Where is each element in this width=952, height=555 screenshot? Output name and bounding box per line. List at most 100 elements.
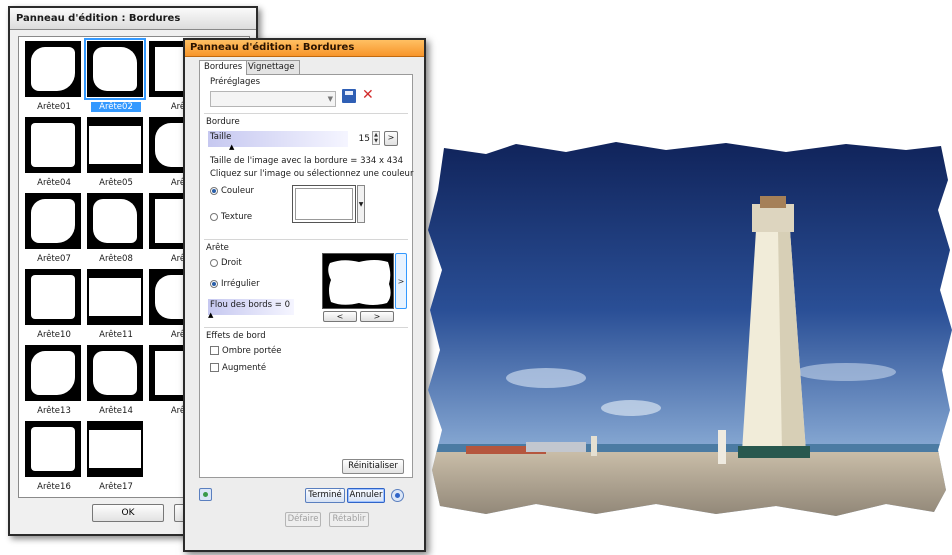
edge-thumbnail-label: Arête02 (91, 102, 141, 112)
edge-thumbnail[interactable]: Arête01 (23, 39, 85, 117)
divider (204, 327, 408, 328)
edge-thumbnail-inner (93, 47, 137, 91)
edge-thumbnail-inner (31, 123, 75, 167)
ok-button[interactable]: OK (92, 504, 164, 522)
edge-thumbnail[interactable]: Arête16 (23, 419, 85, 497)
edge-thumbnail-image (25, 421, 81, 477)
blur-slider[interactable]: Flou des bords = 0 ▲ (208, 299, 294, 319)
edge-thumbnail-image (87, 193, 143, 249)
enhance-label: Augmenté (222, 363, 267, 373)
edge-thumbnail-image (87, 421, 143, 477)
bordered-photo-preview (426, 140, 952, 518)
edge-thumbnail-image (87, 345, 143, 401)
edge-prev-button[interactable]: < (323, 311, 357, 322)
edge-thumbnail-inner (31, 275, 75, 319)
color-radio[interactable] (210, 187, 218, 195)
view-dot (203, 492, 208, 497)
edge-thumbnail-inner (93, 199, 137, 243)
drop-shadow-checkbox[interactable] (210, 346, 219, 355)
edge-thumbnail-label: Arête13 (37, 406, 71, 416)
image-size-text: Taille de l'image avec la bordure = 334 … (210, 156, 403, 166)
straight-option-label: Droit (221, 258, 242, 268)
spinner-icon[interactable]: ▲ ▼ (372, 131, 380, 145)
edge-thumbnail-inner (89, 278, 141, 316)
blur-label: Flou des bords = 0 (210, 300, 290, 310)
irregular-option-label: Irrégulier (221, 279, 260, 289)
edge-preview-thumbnail[interactable] (322, 253, 394, 309)
lighthouse-photo (428, 142, 952, 516)
edge-thumbnail-label: Arête14 (99, 406, 133, 416)
edge-thumbnail-label: Arête01 (37, 102, 71, 112)
edge-thumbnail[interactable]: Arête10 (23, 267, 85, 345)
edge-thumbnail[interactable]: Arête14 (85, 343, 147, 421)
edge-section-label: Arête (206, 243, 229, 253)
edge-thumbnail[interactable]: Arête13 (23, 343, 85, 421)
edge-thumbnail-inner (89, 430, 141, 468)
bordures-tab-content: Préréglages ▼ ✕ Bordure Taille ▲ 15 ▲ ▼ >… (199, 74, 413, 478)
edge-thumbnail-label: Arête05 (99, 178, 133, 188)
done-button[interactable]: Terminé (305, 488, 345, 503)
cancel-button[interactable]: Annuler (347, 488, 385, 503)
size-label: Taille (210, 132, 232, 142)
divider (204, 239, 408, 240)
redo-button[interactable]: Rétablir (329, 512, 369, 527)
color-dropdown-icon[interactable]: ▼ (357, 185, 365, 223)
edge-thumbnail-label: Arête10 (37, 330, 71, 340)
edge-thumbnail[interactable]: Arête05 (85, 115, 147, 193)
view-toggle-icon[interactable] (199, 488, 212, 501)
edge-thumbnail-label: Arête04 (37, 178, 71, 188)
edge-thumbnail-inner (31, 199, 75, 243)
texture-radio[interactable] (210, 213, 218, 221)
irregular-radio[interactable] (210, 280, 218, 288)
effects-section-label: Effets de bord (206, 331, 266, 341)
edge-next-button[interactable]: > (395, 253, 407, 309)
reset-button[interactable]: Réinitialiser (342, 459, 404, 474)
edge-thumbnail-image (87, 117, 143, 173)
size-value: 15 (358, 134, 370, 144)
tab-vignettage[interactable]: Vignettage (243, 60, 300, 74)
edge-thumbnail-inner (89, 126, 141, 164)
edge-thumbnail[interactable]: Arête02 (84, 38, 147, 117)
click-hint-text: Cliquez sur l'image ou sélectionnez une … (210, 169, 414, 179)
tab-bordures[interactable]: Bordures (199, 60, 248, 75)
divider (204, 113, 408, 114)
slider-thumb-icon[interactable]: ▲ (229, 144, 234, 151)
color-option-label: Couleur (221, 186, 254, 196)
drop-shadow-label: Ombre portée (222, 346, 282, 356)
edge-thumbnail[interactable]: Arête07 (23, 191, 85, 269)
border-section-label: Bordure (206, 117, 240, 127)
presets-label: Préréglages (210, 77, 261, 87)
edge-thumbnail-image (25, 41, 81, 97)
help-dot (395, 493, 400, 498)
edge-preview-mask (328, 260, 391, 305)
edge-picker-title: Panneau d'édition : Bordures (10, 8, 256, 30)
border-edit-panel: Panneau d'édition : Bordures Bordures Vi… (183, 38, 426, 552)
delete-preset-icon[interactable]: ✕ (362, 88, 374, 102)
chevron-down-icon: ▼ (327, 95, 333, 103)
edge-thumbnail-image (25, 117, 81, 173)
enhance-checkbox[interactable] (210, 363, 219, 372)
edge-next-small-button[interactable]: > (360, 311, 394, 322)
size-slider[interactable]: Taille ▲ (208, 131, 348, 151)
color-swatch[interactable] (292, 185, 356, 223)
edge-thumbnail-label: Arête17 (99, 482, 133, 492)
undo-button[interactable]: Défaire (285, 512, 321, 527)
save-preset-icon[interactable] (342, 89, 356, 103)
edge-thumbnail-label: Arête08 (99, 254, 133, 264)
edge-thumbnail[interactable]: Arête08 (85, 191, 147, 269)
edge-thumbnail[interactable]: Arête17 (85, 419, 147, 497)
edge-thumbnail-label: Arête07 (37, 254, 71, 264)
size-expand-button[interactable]: > (384, 131, 398, 146)
edge-thumbnail-inner (31, 427, 75, 471)
edge-thumbnail-inner (93, 351, 137, 395)
edge-thumbnail-image (25, 193, 81, 249)
edge-thumbnail[interactable]: Arête04 (23, 115, 85, 193)
border-panel-title: Panneau d'édition : Bordures (185, 40, 424, 57)
slider-thumb-icon[interactable]: ▲ (208, 312, 213, 319)
straight-radio[interactable] (210, 259, 218, 267)
edge-thumbnail-label: Arête11 (99, 330, 133, 340)
edge-thumbnail[interactable]: Arête11 (85, 267, 147, 345)
edge-thumbnail-label: Arête16 (37, 482, 71, 492)
help-icon[interactable] (391, 489, 404, 502)
presets-dropdown[interactable]: ▼ (210, 91, 336, 107)
